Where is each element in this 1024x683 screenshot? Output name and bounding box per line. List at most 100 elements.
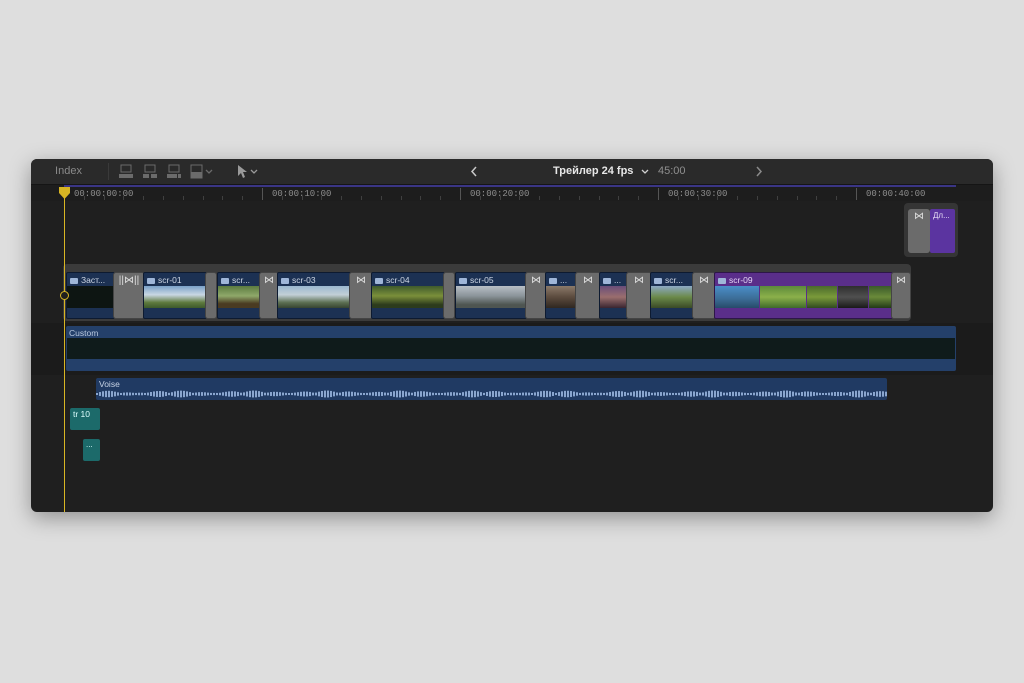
video-clip[interactable]: scr-03 (277, 272, 351, 319)
waveform-bar (177, 390, 179, 398)
waveform-bar (531, 392, 533, 396)
video-clip[interactable]: Заст... (66, 272, 115, 319)
waveform-bar (543, 390, 545, 398)
waveform-bar (546, 390, 548, 398)
chevron-left-icon[interactable] (470, 163, 478, 184)
waveform-bar (318, 391, 320, 397)
audio-clip-voise[interactable]: Voise (96, 378, 887, 400)
clip-thumbnails (67, 286, 114, 308)
video-clip[interactable]: scr-05 (455, 272, 527, 319)
ruler-major-tick (856, 188, 857, 200)
video-clip[interactable]: scr... (217, 272, 261, 319)
ruler-minor-tick (361, 196, 362, 200)
transition[interactable] (205, 272, 217, 319)
waveform-bar (816, 392, 818, 396)
waveform-bar (354, 392, 356, 396)
transition[interactable]: ⋈ (349, 272, 373, 319)
chevron-right-icon[interactable] (755, 163, 763, 184)
video-clip[interactable]: scr-01 (143, 272, 207, 319)
insert-clip-icon[interactable] (142, 164, 158, 179)
playhead-handle-icon[interactable] (59, 187, 70, 199)
bowtie-icon: ⋈ (356, 275, 366, 286)
waveform-bar (825, 392, 827, 396)
bowtie-icon: ⋈ (264, 275, 274, 286)
waveform-bar (246, 391, 248, 397)
timeline-ruler[interactable]: 00:00:00:00 00:00:10:00 00:00:20:00 00:0… (31, 185, 993, 201)
waveform-bar (336, 392, 338, 396)
transition[interactable]: ||⋈|| (113, 272, 145, 319)
waveform-bar (297, 392, 299, 396)
waveform-bar (270, 392, 272, 396)
waveform-bar (561, 391, 563, 397)
waveform-bar (885, 391, 887, 397)
connected-title-clip[interactable]: Дл... (930, 209, 955, 253)
waveform-bar (189, 392, 191, 396)
waveform-bar (267, 392, 269, 396)
playhead[interactable] (64, 189, 65, 512)
waveform-bar (702, 392, 704, 396)
waveform-bar (837, 391, 839, 397)
clip-label: tr 10 (73, 409, 91, 419)
connected-clip-group[interactable]: ⋈ Дл... (904, 203, 958, 257)
video-clip-selected[interactable]: scr-09 (714, 272, 893, 319)
connect-clip-icon[interactable] (118, 164, 134, 179)
ruler-minor-tick (440, 196, 442, 200)
waveform-bar (261, 391, 263, 397)
transition[interactable]: ⋈ (626, 272, 652, 319)
overwrite-clip-icon[interactable] (190, 164, 214, 179)
transition[interactable]: ⋈ (908, 209, 930, 253)
transition[interactable]: ⋈ (575, 272, 601, 319)
clip-thumbnails (546, 286, 576, 308)
clip-label: scr-03 (292, 275, 316, 285)
waveform-bar (411, 392, 413, 396)
video-clip[interactable]: scr... (650, 272, 694, 319)
transition[interactable]: ⋈ (692, 272, 716, 319)
waveform-bar (96, 393, 98, 395)
waveform-bar (402, 390, 404, 398)
transition[interactable]: ⋈ (891, 272, 911, 319)
waveform-bar (468, 390, 470, 398)
select-tool-icon[interactable] (236, 164, 260, 179)
transition[interactable]: ⋈ (259, 272, 279, 319)
waveform-bar (228, 391, 230, 397)
index-button[interactable]: Index (41, 163, 96, 180)
waveform-bar (870, 392, 872, 396)
timeline-toolbar: Index Трейлер 24 fps 45:00 (31, 159, 993, 185)
waveform-bar (303, 391, 305, 397)
waveform-bar (723, 392, 725, 396)
waveform-bar (114, 391, 116, 397)
waveform-bar (366, 392, 368, 396)
audio-clip-tr10[interactable]: tr 10 (70, 408, 100, 430)
video-clip[interactable]: scr-04 (371, 272, 445, 319)
waveform-bar (462, 392, 464, 396)
ruler-label: 00:00:40:00 (866, 189, 926, 199)
waveform-bar (564, 390, 566, 398)
ruler-major-tick (460, 188, 461, 200)
waveform-bar (132, 392, 134, 396)
waveform-bar (204, 392, 206, 396)
transition[interactable]: ⋈ (525, 272, 547, 319)
film-icon (375, 277, 383, 284)
timeline-window: Index Трейлер 24 fps 45:00 00:00:00:00 0… (31, 159, 993, 512)
append-clip-icon[interactable] (166, 164, 182, 179)
waveform-bar (858, 390, 860, 398)
waveform-bar (348, 391, 350, 397)
project-title-menu[interactable]: Трейлер 24 fps (553, 163, 649, 180)
video-clip[interactable]: ... (545, 272, 577, 319)
waveform-bar (639, 390, 641, 398)
waveform-bar (342, 391, 344, 397)
video-clip[interactable]: ... (599, 272, 628, 319)
audio-clip-custom[interactable]: Custom (66, 326, 956, 371)
waveform-bar (834, 392, 836, 396)
waveform-bar (405, 391, 407, 397)
waveform-bar (252, 390, 254, 398)
project-duration: 45:00 (658, 165, 686, 177)
waveform-bar (843, 392, 845, 396)
waveform-bar (480, 392, 482, 396)
bowtie-icon: ⋈ (896, 275, 906, 286)
audio-clip-small[interactable]: ... (83, 439, 100, 461)
waveform-bar (489, 391, 491, 397)
chevron-down-icon (641, 163, 649, 186)
transition[interactable] (443, 272, 455, 319)
waveform-bar (153, 391, 155, 397)
